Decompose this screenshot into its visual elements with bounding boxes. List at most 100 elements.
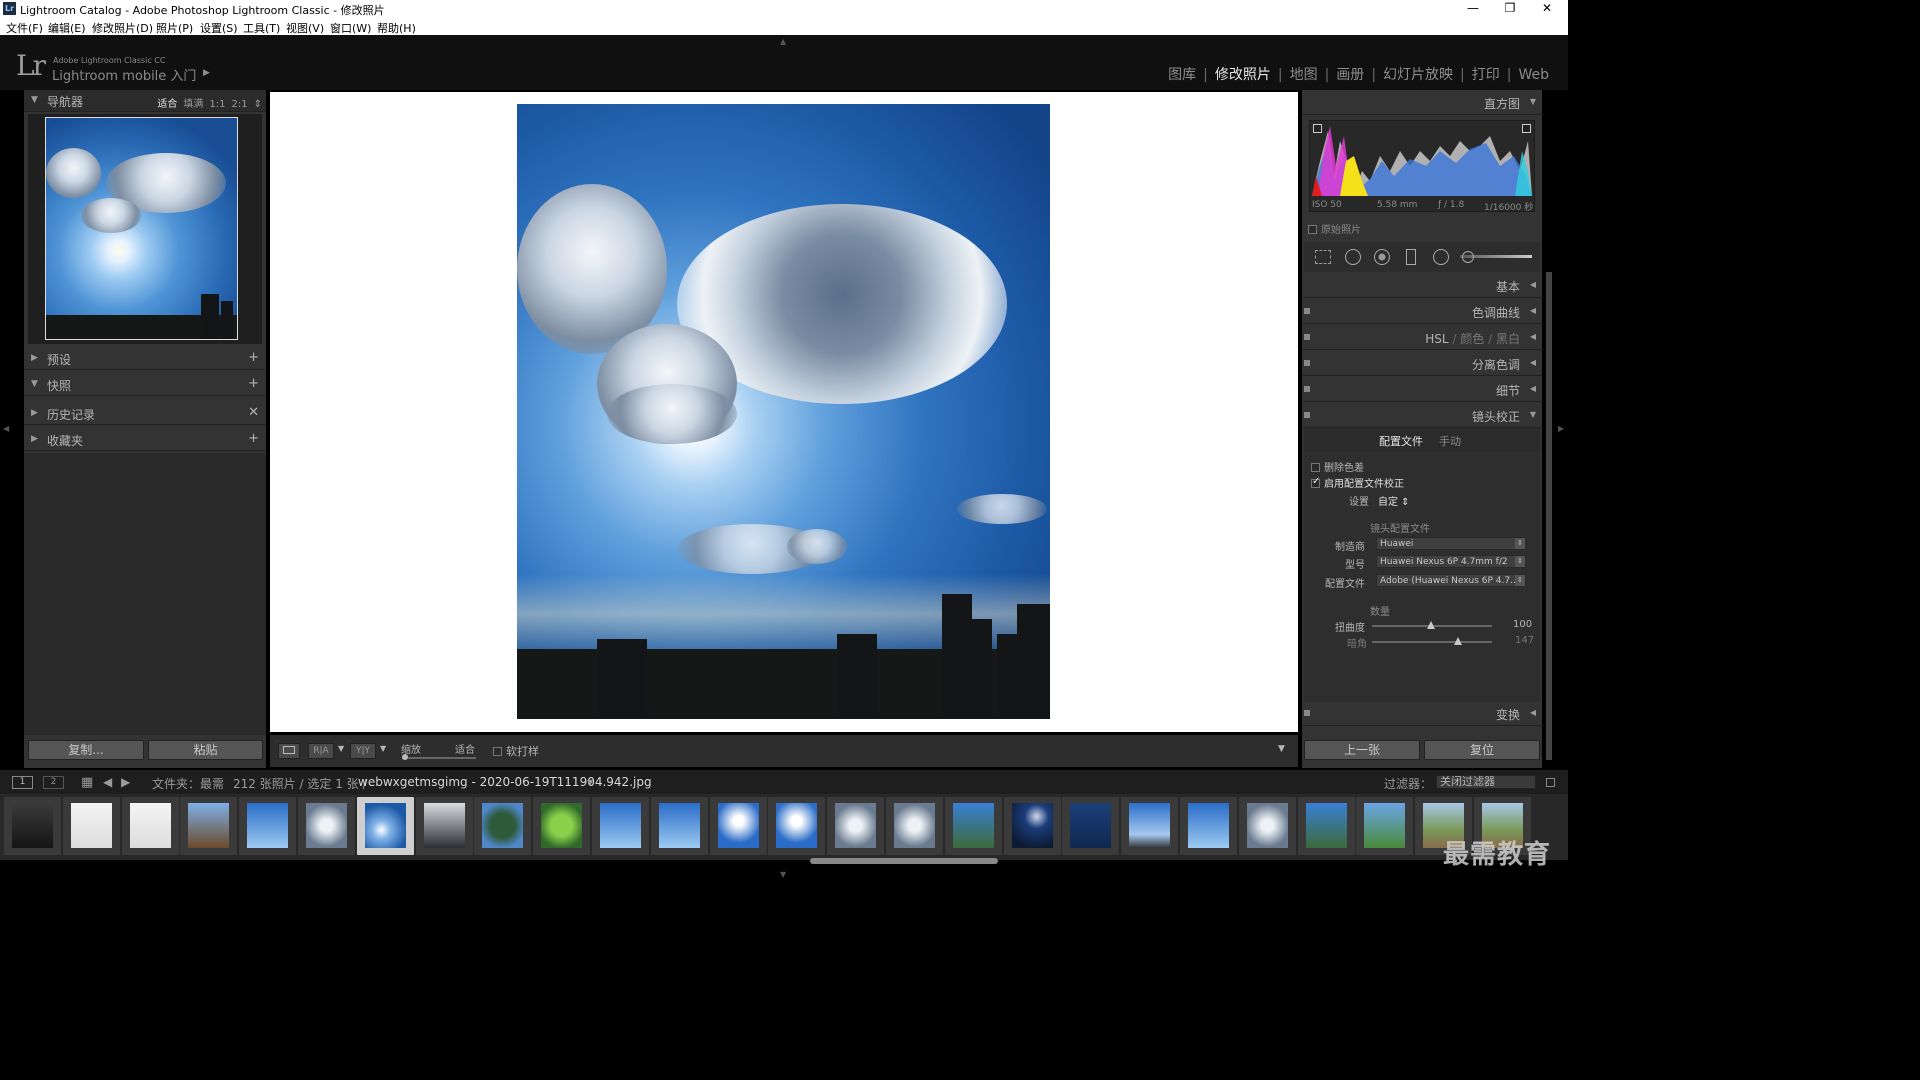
zoom-dropdown-icon[interactable]: ⇕: [254, 99, 262, 110]
remove-ca-toggle[interactable]: 删除色差: [1311, 459, 1364, 474]
filmstrip-cell[interactable]: [239, 797, 297, 855]
filmstrip-cell[interactable]: [4, 797, 61, 855]
filmstrip-cell[interactable]: [944, 797, 1002, 855]
graduated-filter-icon[interactable]: [1406, 249, 1416, 265]
module-print[interactable]: 打印: [1465, 67, 1507, 83]
filmstrip-cell[interactable]: [533, 797, 591, 855]
zoom-fit[interactable]: 适合: [157, 99, 177, 110]
expand-triangle-icon[interactable]: ◀: [1530, 358, 1536, 367]
filmstrip-thumbnail[interactable]: [1364, 803, 1406, 848]
remove-ca-checkbox[interactable]: [1311, 463, 1320, 472]
filmstrip-cell[interactable]: [709, 797, 767, 855]
zoom-2-1[interactable]: 2:1: [232, 99, 248, 110]
bw-tab[interactable]: 黑白: [1496, 332, 1520, 346]
filmstrip-cell[interactable]: [298, 797, 355, 855]
enable-profile-checkbox[interactable]: ✓: [1311, 476, 1320, 488]
histogram-header[interactable]: 直方图 ▼: [1302, 90, 1542, 115]
module-map[interactable]: 地图: [1283, 67, 1325, 83]
yy-compare-button[interactable]: Y|Y: [350, 743, 376, 759]
tab-manual[interactable]: 手动: [1439, 433, 1461, 449]
zoom-1-1[interactable]: 1:1: [209, 99, 225, 110]
filmstrip-thumbnail[interactable]: [1305, 803, 1347, 848]
menu-window[interactable]: 窗口(W): [330, 20, 371, 36]
toolbar-menu-icon[interactable]: ▼: [1278, 744, 1285, 754]
module-slideshow[interactable]: 幻灯片放映: [1376, 67, 1460, 83]
tab-profile[interactable]: 配置文件: [1379, 433, 1423, 449]
selected-filename[interactable]: webwxgetmsgimg - 2020-06-19T111904.942.j…: [358, 775, 652, 789]
filmstrip-cell[interactable]: [592, 797, 649, 855]
filmstrip-cell[interactable]: [1297, 797, 1355, 855]
highlight-clipping-icon[interactable]: [1522, 124, 1531, 133]
menu-help[interactable]: 帮助(H): [377, 20, 416, 36]
vignette-value[interactable]: 147: [1515, 635, 1534, 646]
before-after-button[interactable]: R|A: [308, 743, 334, 759]
filmstrip-cell[interactable]: [121, 797, 179, 855]
make-select[interactable]: Huawei ⇕: [1376, 537, 1526, 550]
crop-tool-icon[interactable]: [1315, 250, 1331, 264]
reset-button[interactable]: 复位: [1424, 740, 1540, 760]
back-arrow-icon[interactable]: ◀: [103, 775, 112, 789]
filmstrip-thumbnail[interactable]: [1246, 803, 1288, 848]
expand-triangle-icon[interactable]: ◀: [1530, 280, 1536, 289]
filmstrip-thumbnail[interactable]: [1188, 803, 1229, 848]
minimize-button[interactable]: —: [1454, 0, 1492, 18]
filmstrip-thumbnail[interactable]: [188, 803, 230, 848]
adjustment-brush-icon[interactable]: [1462, 251, 1474, 263]
vignette-slider-knob[interactable]: [1454, 637, 1462, 645]
filmstrip-cell[interactable]: [180, 797, 238, 855]
model-select[interactable]: Huawei Nexus 6P 4.7mm f/2 ⇕: [1376, 555, 1526, 568]
filmstrip-scrollbar[interactable]: [810, 858, 998, 864]
mobile-getting-started[interactable]: Lightroom mobile 入门: [52, 65, 196, 84]
right-panel-scrollbar[interactable]: [1546, 272, 1552, 760]
collapse-triangle-icon[interactable]: ▼: [31, 379, 38, 389]
setup-dropdown[interactable]: 自定 ⇕: [1378, 493, 1410, 508]
menu-file[interactable]: 文件(F): [6, 20, 43, 36]
filmstrip-thumbnail[interactable]: [482, 803, 524, 848]
grid-view-icon[interactable]: ▦: [81, 775, 93, 790]
filmstrip-cell[interactable]: [1238, 797, 1296, 855]
spot-removal-icon[interactable]: [1345, 249, 1361, 265]
menu-edit[interactable]: 编辑(E): [48, 20, 86, 36]
filmstrip-thumbnail[interactable]: [12, 803, 53, 848]
copy-settings-button[interactable]: 复制...: [28, 740, 144, 760]
tone-curve-header[interactable]: 色调曲线 ◀: [1302, 299, 1542, 324]
navigator-thumbnail[interactable]: [45, 117, 238, 340]
secondary-window-button[interactable]: 2: [43, 776, 64, 789]
filmstrip-thumbnail[interactable]: [423, 803, 465, 848]
add-snapshot-icon[interactable]: +: [248, 376, 259, 391]
filmstrip-cell[interactable]: [1062, 797, 1120, 855]
filmstrip-thumbnail[interactable]: [247, 803, 289, 848]
color-tab[interactable]: 颜色: [1460, 332, 1484, 346]
before-after-dropdown-icon[interactable]: ▼: [338, 744, 344, 753]
filmstrip-thumbnail[interactable]: [129, 803, 171, 848]
hsl-tab[interactable]: HSL: [1425, 332, 1448, 346]
expand-triangle-icon[interactable]: ▶: [31, 408, 38, 418]
menu-photo[interactable]: 照片(P): [156, 20, 193, 36]
right-panel-toggle-icon[interactable]: ▶: [1558, 424, 1564, 433]
detail-header[interactable]: 细节 ◀: [1302, 377, 1542, 402]
filmstrip-cell[interactable]: [1356, 797, 1414, 855]
expand-triangle-icon[interactable]: ▶: [31, 434, 38, 444]
module-web[interactable]: Web: [1511, 67, 1556, 83]
profile-select[interactable]: Adobe (Huawei Nexus 6P 4.7... ⇕: [1376, 574, 1526, 587]
collapse-triangle-icon[interactable]: ▼: [31, 95, 38, 105]
paste-settings-button[interactable]: 粘贴: [148, 740, 263, 760]
close-button[interactable]: ✕: [1528, 0, 1566, 18]
expand-triangle-icon[interactable]: ◀: [1530, 332, 1536, 341]
filmstrip-thumbnail[interactable]: [1011, 803, 1053, 848]
filmstrip-cell[interactable]: [415, 797, 473, 855]
maximize-button[interactable]: ❐: [1491, 0, 1529, 18]
split-toning-header[interactable]: 分离色调 ◀: [1302, 351, 1542, 376]
yy-dropdown-icon[interactable]: ▼: [380, 744, 386, 753]
history-header[interactable]: ▶ 历史记录 ✕: [24, 403, 266, 425]
clear-history-icon[interactable]: ✕: [248, 405, 259, 420]
transform-header[interactable]: 变换 ◀: [1302, 701, 1542, 726]
filmstrip-thumbnail[interactable]: [306, 803, 347, 848]
folder-source[interactable]: 文件夹：最需: [152, 775, 224, 792]
module-develop[interactable]: 修改照片: [1208, 67, 1278, 83]
panel-switch-icon[interactable]: [1304, 710, 1310, 716]
add-preset-icon[interactable]: +: [248, 350, 259, 365]
zoom-fill[interactable]: 填满: [183, 99, 203, 110]
bottom-panel-toggle-icon[interactable]: ▼: [780, 870, 786, 879]
filmstrip-cell[interactable]: [1121, 797, 1179, 855]
